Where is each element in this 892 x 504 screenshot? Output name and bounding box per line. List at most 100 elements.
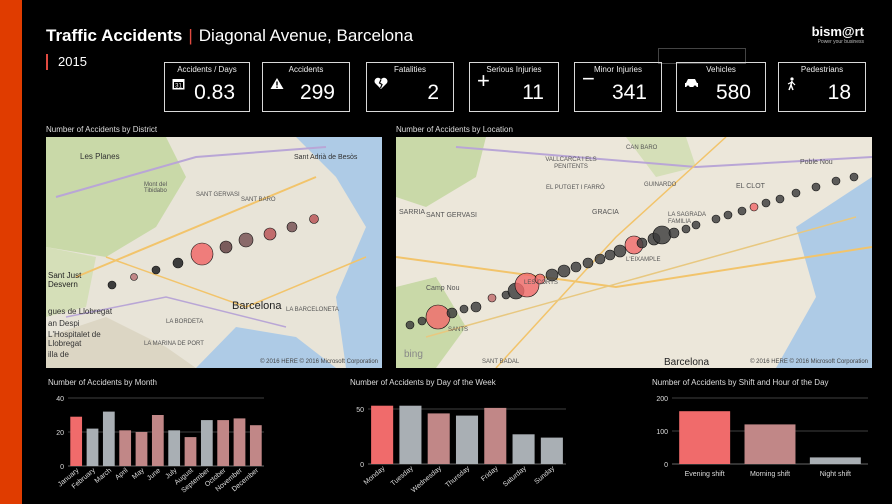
month-bar-chart: 02040JanuaryFebruaryMarch April May June Jul…	[56, 396, 264, 495]
y-tick-label: 20	[56, 430, 64, 437]
kpi-label: Accidents	[288, 65, 324, 74]
location-map-canvas	[396, 137, 872, 368]
map-label: gues de Llobregat	[48, 307, 113, 316]
bar-evening-shift	[679, 411, 731, 464]
kpi-value: 299	[299, 81, 335, 104]
bar-april	[119, 430, 132, 466]
map-label: illa de	[48, 350, 69, 359]
x-tick-label: March	[94, 467, 113, 485]
x-tick-label: Monday	[363, 465, 387, 487]
map-copyright: © 2016 HERE © 2016 Microsoft Corporation	[750, 359, 868, 365]
bar-march	[102, 411, 115, 466]
map-label: an Despi	[48, 319, 80, 328]
x-tick-label: May	[131, 467, 146, 481]
x-tick-label: Tuesday	[390, 465, 415, 488]
bar-monday	[371, 405, 394, 464]
x-tick-label: Evening shift	[685, 471, 725, 478]
x-tick-label: June	[146, 467, 162, 482]
bar-may	[135, 432, 148, 466]
bar-morning-shift	[744, 424, 796, 464]
minus-icon: −	[582, 66, 595, 91]
month-chart-title: Number of Accidents by Month	[48, 378, 157, 387]
map-label: Sant Adrià de Besòs	[294, 154, 358, 161]
accident-bubble	[604, 249, 616, 261]
x-tick-label: Saturday	[502, 465, 528, 489]
location-map[interactable]: SANT GERVASI GRACIA SARRIA VALLCARCA I E…	[396, 137, 872, 368]
accident-bubble	[652, 225, 672, 245]
accident-bubble	[417, 316, 427, 326]
map-label: VALLCARCA I ELS PENITENTS	[545, 157, 597, 170]
map-copyright: © 2016 HERE © 2016 Microsoft Corporation	[260, 359, 378, 365]
map-label: Les Planes	[80, 152, 120, 161]
title-main: Traffic Accidents	[46, 26, 183, 45]
accident-bubble	[761, 198, 771, 208]
accident-bubble	[470, 301, 482, 313]
y-tick-label: 0	[60, 464, 64, 471]
map-label: SANT BADAL	[482, 359, 520, 365]
weekday-chart-title: Number of Accidents by Day of the Week	[350, 378, 496, 387]
broken-heart-icon	[374, 77, 388, 94]
kpi-serious-injuries: Serious Injuries + 11	[469, 62, 559, 112]
map-label: SANTS	[448, 327, 469, 333]
map-label: Sant Just Desvern	[48, 271, 82, 289]
bar-february	[86, 428, 99, 466]
accident-bubble	[582, 257, 594, 269]
map-label: L'Hospitalet de Llobregat	[48, 330, 101, 348]
pedestrian-icon	[786, 77, 798, 95]
svg-text:31: 31	[175, 84, 182, 90]
accident-bubble	[425, 304, 451, 330]
kpi-value: 2	[427, 81, 439, 104]
bar-november	[233, 418, 246, 466]
map-label: SANT GERVASI	[426, 212, 477, 219]
kpi-value: 0.83	[194, 81, 235, 104]
x-tick-label: Morning shift	[750, 471, 790, 478]
bar-october	[217, 420, 230, 466]
bar-saturday	[512, 434, 535, 464]
map-label: Barcelona	[232, 300, 282, 312]
accident-bubble	[487, 293, 497, 303]
kpi-fatalities: Fatalities 2	[366, 62, 454, 112]
kpi-accidents: Accidents 299	[262, 62, 350, 112]
map-label: SARRIA	[399, 209, 426, 216]
accident-bubble	[668, 227, 680, 239]
map-label: LA BARCELONETA	[286, 307, 339, 313]
district-map[interactable]: Les Planes Sant Adrià de Besòs Mont del …	[46, 137, 382, 368]
accident-bubble	[811, 182, 821, 192]
y-tick-label: 0	[360, 462, 364, 469]
accident-bubble	[831, 176, 841, 186]
kpi-vehicles: Vehicles 580	[676, 62, 766, 112]
bar-friday	[484, 407, 507, 464]
map-label: Mont del Tibidabo	[144, 182, 168, 194]
bar-august	[184, 437, 197, 466]
calendar-icon: 31	[172, 77, 185, 94]
map-label: LA BORDETA	[166, 319, 204, 325]
brand-logo: bism@rt Power your business	[812, 24, 864, 45]
y-tick-label: 200	[656, 396, 668, 403]
x-tick-label: Friday	[480, 465, 500, 483]
accident-bubble	[594, 253, 606, 265]
kpi-label: Vehicles	[706, 65, 736, 74]
accident-bubble	[405, 320, 415, 330]
title-street: Diagonal Avenue,	[198, 26, 332, 45]
map-label: Camp Nou	[426, 285, 460, 292]
accident-bubble	[791, 188, 801, 198]
x-tick-label: Night shift	[820, 471, 851, 478]
brand-tagline: Power your business	[817, 39, 864, 45]
car-icon	[684, 77, 699, 93]
kpi-value: 580	[715, 81, 751, 104]
bar-tuesday	[399, 405, 422, 464]
accident-bubble	[446, 307, 458, 319]
district-map-title: Number of Accidents by District	[46, 125, 158, 134]
title-city: Barcelona	[336, 26, 414, 45]
x-tick-label: Wednesday	[410, 465, 443, 494]
map-label: GRACIA	[592, 209, 619, 216]
year-filter[interactable]: 2015	[46, 54, 87, 70]
y-tick-label: 100	[656, 429, 668, 436]
map-label: SANT BARO	[241, 197, 276, 203]
accident-bubble	[570, 261, 582, 273]
bar-thursday	[455, 415, 479, 464]
map-label: L'EIXAMPLE	[626, 257, 661, 263]
bar-december	[249, 425, 262, 466]
page-title: Traffic Accidents | Diagonal Avenue, Barce…	[46, 26, 414, 45]
kpi-accidents-per-day: Accidents / Days 31 0.83	[164, 62, 250, 112]
